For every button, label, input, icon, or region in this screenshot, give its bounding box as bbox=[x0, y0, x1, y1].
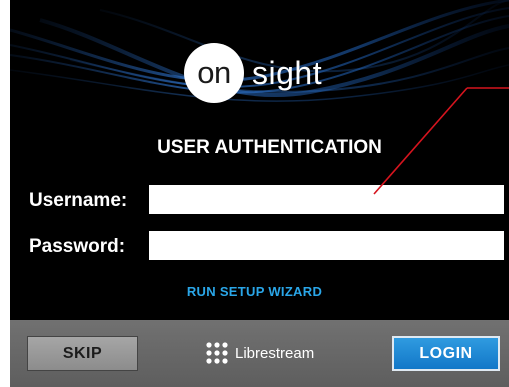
brand-name: Librestream bbox=[235, 344, 315, 362]
top-panel: on sight USER AUTHENTICATION Username: P… bbox=[10, 0, 509, 320]
login-screen: on sight USER AUTHENTICATION Username: P… bbox=[10, 0, 509, 387]
username-input[interactable] bbox=[149, 185, 504, 214]
password-input[interactable] bbox=[149, 231, 504, 260]
librestream-dots-icon bbox=[206, 342, 228, 364]
bottom-bar: SKIP Librestream LOGIN bbox=[10, 320, 509, 387]
username-label: Username: bbox=[29, 190, 128, 211]
logo-word: sight bbox=[252, 54, 323, 91]
page-title: USER AUTHENTICATION bbox=[157, 137, 382, 158]
logo-circle: on bbox=[184, 43, 244, 103]
run-setup-wizard-link[interactable]: RUN SETUP WIZARD bbox=[10, 284, 509, 299]
skip-button[interactable]: SKIP bbox=[27, 336, 138, 371]
librestream-brand: Librestream bbox=[206, 342, 314, 364]
password-label: Password: bbox=[29, 236, 126, 257]
onsight-logo: on sight bbox=[184, 43, 322, 103]
login-button[interactable]: LOGIN bbox=[392, 336, 500, 371]
